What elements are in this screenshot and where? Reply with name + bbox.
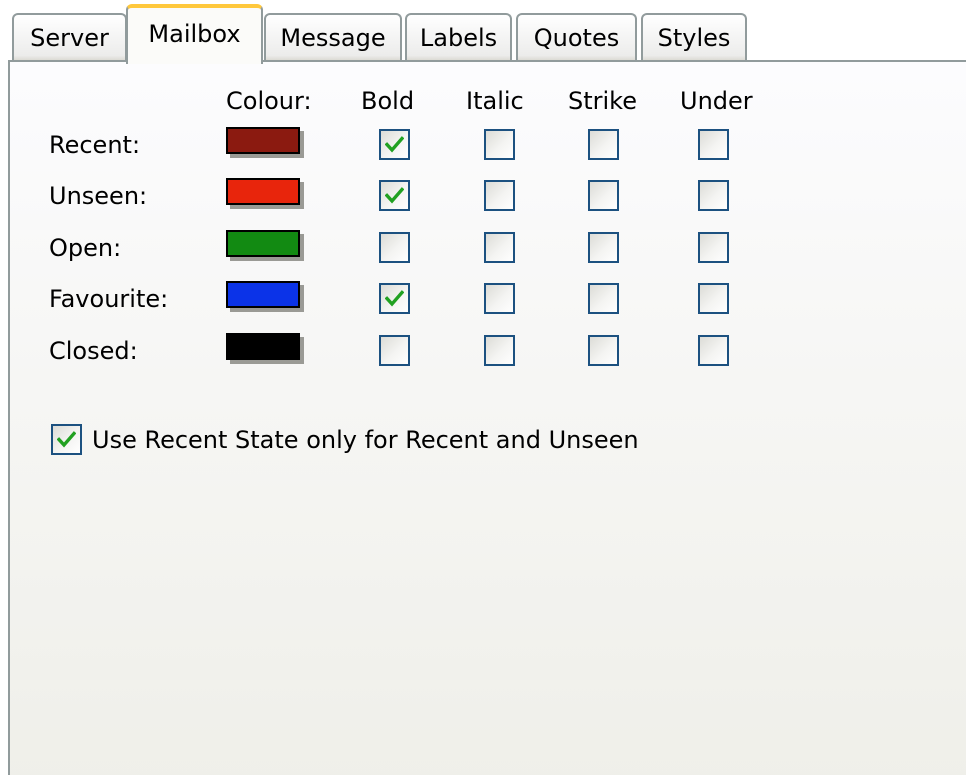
row-label-favourite: Favourite: [49,285,169,313]
check-mark-icon [385,290,404,307]
column-header-strike: Strike [568,87,637,115]
recent-strike-checkbox[interactable] [588,129,619,160]
check-mark-icon [385,341,404,360]
row-label-recent: Recent: [49,131,141,159]
check-mark-icon [594,238,613,257]
check-mark-icon [594,186,613,205]
colour-swatch-closed[interactable] [226,333,300,360]
check-mark-icon [385,238,404,257]
use-recent-state-checkbox[interactable] [51,424,82,455]
column-header-bold: Bold [361,87,415,115]
closed-strike-checkbox[interactable] [588,335,619,366]
open-bold-checkbox[interactable] [379,232,410,263]
colour-swatch-open[interactable] [226,230,300,257]
open-under-checkbox[interactable] [698,232,729,263]
unseen-under-checkbox[interactable] [698,180,729,211]
check-mark-icon [490,289,509,308]
check-mark-icon [594,341,613,360]
check-mark-icon [385,187,404,204]
recent-italic-checkbox[interactable] [484,129,515,160]
unseen-italic-checkbox[interactable] [484,180,515,211]
open-strike-checkbox[interactable] [588,232,619,263]
check-mark-icon [704,289,723,308]
row-label-open: Open: [49,234,122,262]
use-recent-state-label[interactable]: Use Recent State only for Recent and Uns… [92,424,639,456]
mailbox-settings-dialog: Server Mailbox Message Labels Quotes Sty… [0,0,966,775]
check-mark-icon [704,238,723,257]
colour-swatch-unseen[interactable] [226,178,300,205]
row-label-unseen: Unseen: [49,182,148,210]
unseen-strike-checkbox[interactable] [588,180,619,211]
column-header-under: Under [680,87,753,115]
recent-bold-checkbox[interactable] [379,129,410,160]
favourite-bold-checkbox[interactable] [379,283,410,314]
unseen-bold-checkbox[interactable] [379,180,410,211]
open-italic-checkbox[interactable] [484,232,515,263]
favourite-italic-checkbox[interactable] [484,283,515,314]
check-mark-icon [704,186,723,205]
check-mark-icon [704,135,723,154]
colour-swatch-favourite[interactable] [226,281,300,308]
check-mark-icon [490,186,509,205]
recent-under-checkbox[interactable] [698,129,729,160]
closed-italic-checkbox[interactable] [484,335,515,366]
check-mark-icon [594,135,613,154]
check-mark-icon [594,289,613,308]
row-label-closed: Closed: [49,337,138,365]
check-mark-icon [490,341,509,360]
mailbox-style-grid: Colour: Bold Italic Strike Under Recent:… [0,0,966,775]
colour-swatch-recent[interactable] [226,127,300,154]
check-mark-icon [385,136,404,153]
check-mark-icon [490,238,509,257]
closed-under-checkbox[interactable] [698,335,729,366]
closed-bold-checkbox[interactable] [379,335,410,366]
column-header-colour: Colour: [226,87,312,115]
check-mark-icon [704,341,723,360]
favourite-strike-checkbox[interactable] [588,283,619,314]
check-mark-icon [57,431,76,448]
favourite-under-checkbox[interactable] [698,283,729,314]
check-mark-icon [490,135,509,154]
column-header-italic: Italic [466,87,524,115]
